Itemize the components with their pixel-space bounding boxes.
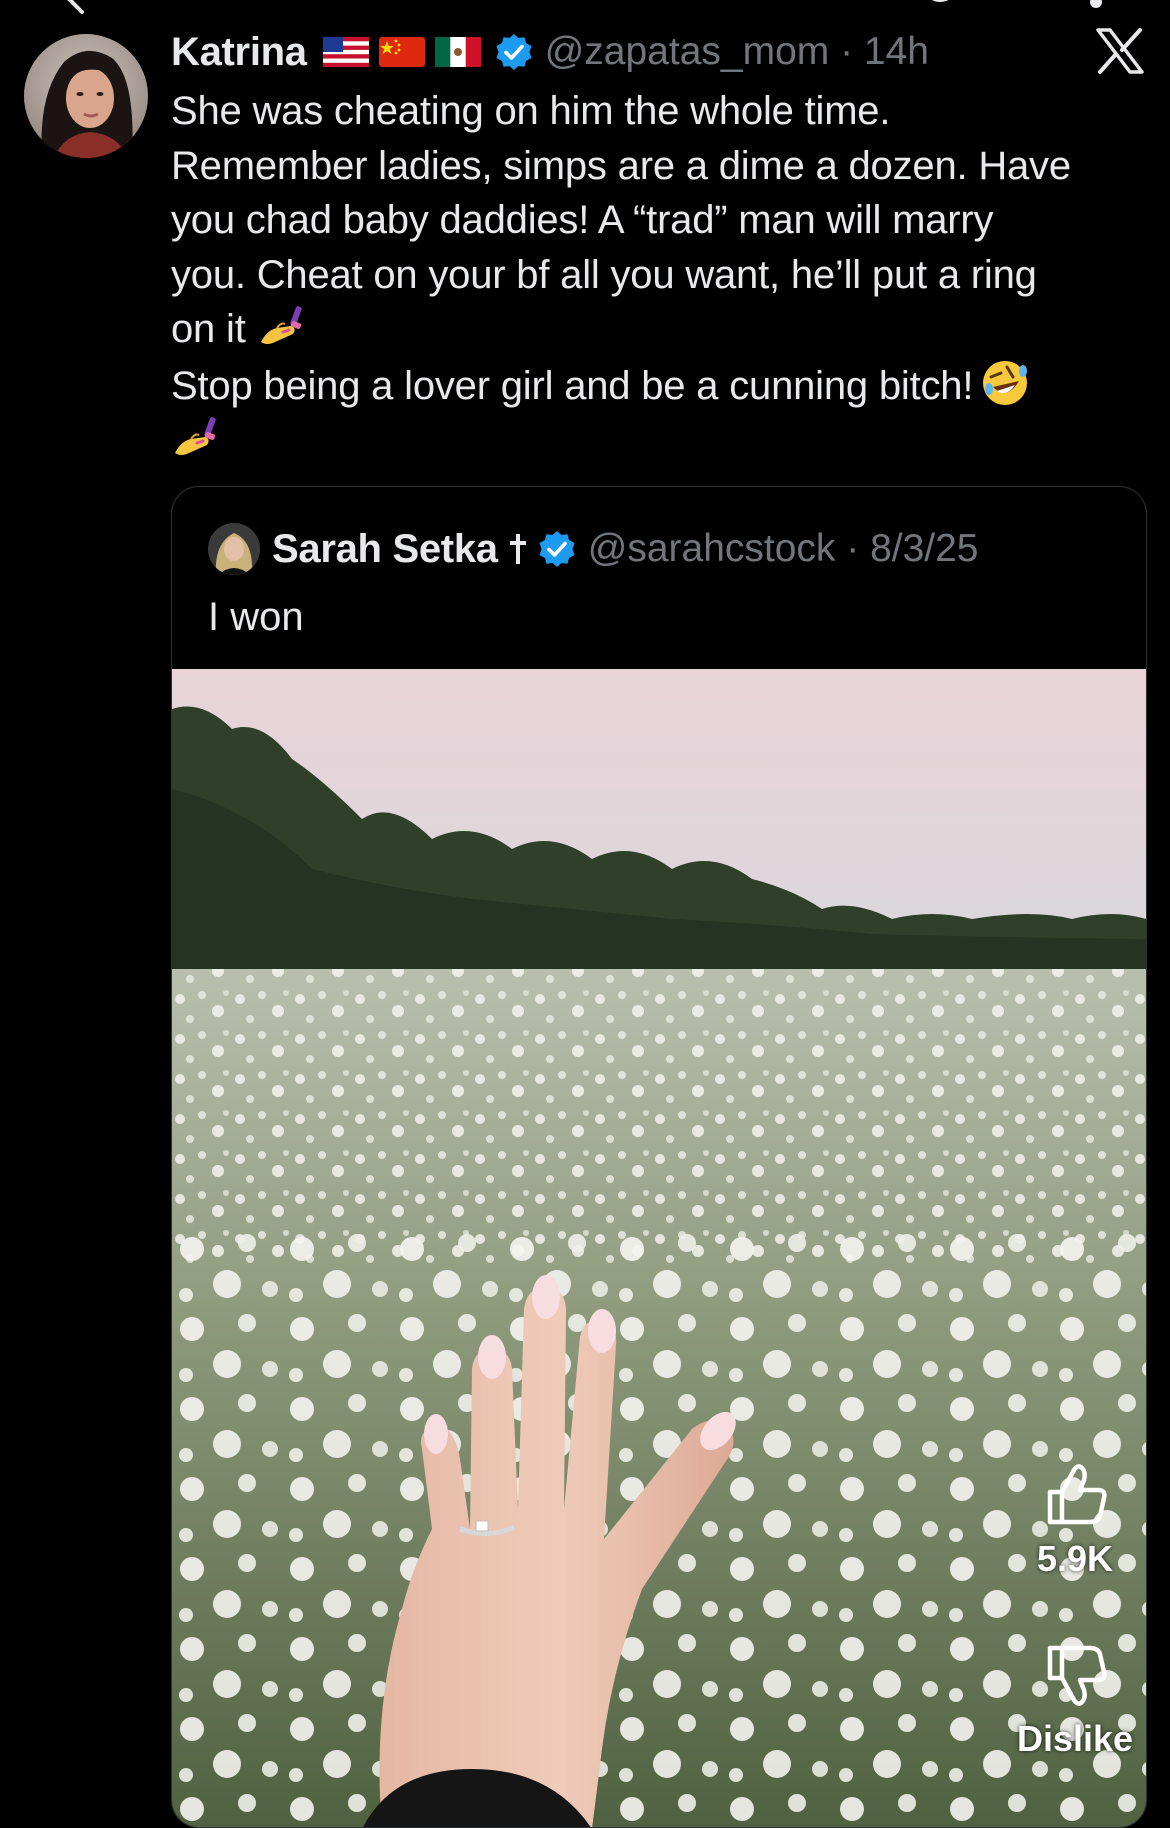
tweet-text: She was cheating on him the whole time. … [171, 84, 1131, 468]
more-options-icon[interactable] [1084, 0, 1108, 14]
nail-polish-icon [175, 417, 216, 455]
china-flag-icon [378, 37, 425, 67]
tweet-text-line: on it [171, 307, 246, 351]
display-name[interactable]: Katrina [171, 30, 307, 75]
verified-badge-icon [539, 531, 575, 567]
nail-polish-icon [260, 306, 302, 344]
quote-text: I won [208, 595, 304, 639]
top-bar [0, 0, 1170, 20]
profile-photo [24, 34, 148, 158]
cross-icon [509, 534, 526, 564]
tweet-text-line: She was cheating on him the whole time. [171, 89, 891, 133]
flag-emojis [322, 37, 481, 67]
tweet-text-line-with-emoji: on it [171, 302, 1131, 357]
quote-header: Sarah Setka @sarahcstock · 8/3/25 [208, 523, 979, 575]
x-logo-icon [1096, 28, 1144, 74]
dislike-button[interactable]: Dislike [990, 1640, 1160, 1760]
tweet-header: Katrina @zapatas_mom · 14h [171, 26, 929, 78]
quote-tweet-card[interactable]: Sarah Setka @sarahcstock · 8/3/25 I won [171, 486, 1147, 1828]
tweet-text-emoji-line [171, 413, 1131, 468]
search-icon[interactable] [918, 0, 966, 16]
rofl-face-icon [983, 360, 1028, 405]
verified-badge-icon [496, 34, 532, 70]
like-count: 5.9K [1036, 1538, 1114, 1579]
handle-and-time[interactable]: @zapatas_mom · 14h [545, 30, 929, 74]
tweet-text-line: Stop being a lover girl and be a cunning… [171, 363, 974, 408]
quote-display-name: Sarah Setka [272, 526, 498, 571]
quote-avatar [208, 523, 260, 575]
thumbs-down-icon [1047, 1645, 1107, 1706]
tweet-text-line: you. Cheat on your bf all you want, he’l… [171, 252, 1037, 297]
tweet-text-line-with-emoji: Stop being a lover girl and be a cunning… [171, 357, 1131, 414]
mexico-flag-icon [434, 37, 481, 67]
thumbs-up-icon [1047, 1464, 1107, 1525]
tweet-text-line: you chad baby daddies! A “trad” man will… [171, 198, 994, 242]
tweet-text-line: Remember ladies, simps are a dime a doze… [171, 143, 1071, 188]
us-flag-icon [322, 37, 369, 67]
like-button[interactable]: 5.9K [1010, 1460, 1140, 1580]
avatar[interactable] [24, 34, 148, 158]
quote-profile-photo [208, 523, 260, 575]
dislike-label: Dislike [1016, 1718, 1134, 1759]
quote-handle-and-date: @sarahcstock · 8/3/25 [587, 527, 979, 570]
back-arrow-icon[interactable] [60, 0, 100, 18]
